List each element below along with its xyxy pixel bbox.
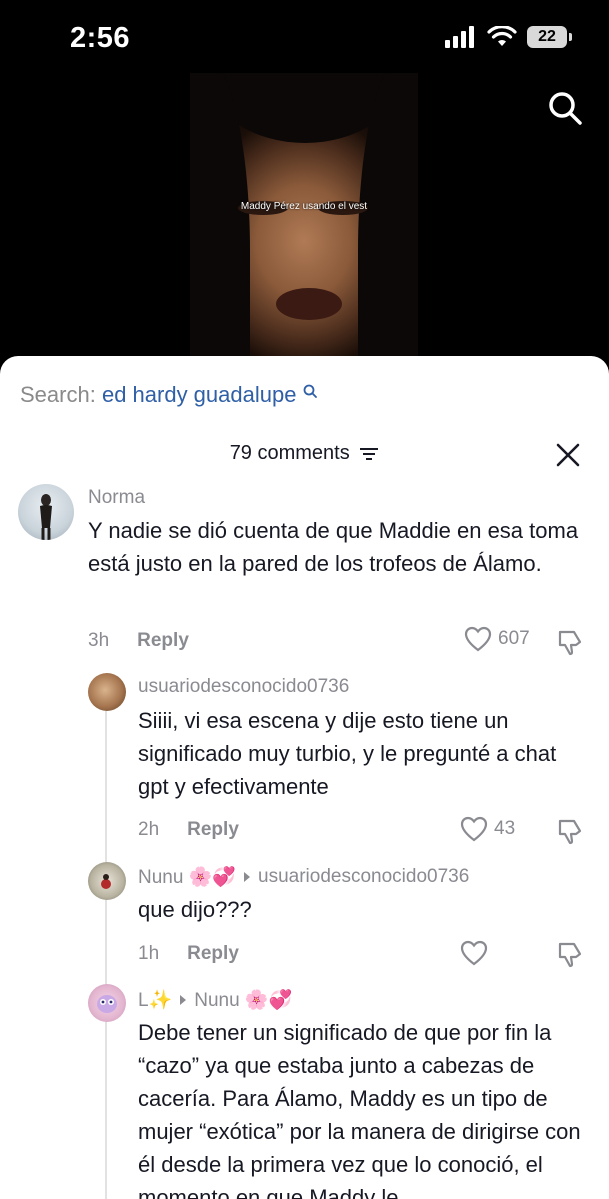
close-icon[interactable]: [553, 440, 583, 470]
reply-button[interactable]: Reply: [187, 943, 239, 965]
search-small-icon: [303, 384, 317, 398]
comment-meta: 2h Reply: [138, 819, 239, 841]
heart-icon: [460, 816, 488, 842]
comments-count: 79 comments: [229, 442, 350, 464]
comment-username[interactable]: L✨ Nunu 🌸💞: [138, 988, 292, 1012]
like-count: 607: [498, 628, 530, 649]
search-suggestion[interactable]: Search: ed hardy guadalupe: [20, 382, 317, 408]
comment-username-text[interactable]: Nunu 🌸💞: [138, 865, 236, 889]
comment-text: Siiii, vi esa escena y dije esto tiene u…: [138, 708, 557, 799]
dislike-icon[interactable]: [556, 817, 584, 845]
battery-level: 22: [538, 28, 556, 45]
comment-meta: 1h Reply: [138, 943, 239, 965]
video-player[interactable]: Maddy Pérez usando el vest: [190, 73, 418, 363]
heart-icon: [464, 626, 492, 652]
reply-to-username[interactable]: Nunu 🌸💞: [194, 988, 292, 1012]
comment-text: Y nadie se dió cuenta de que Maddie en e…: [88, 518, 579, 576]
reply-to-username[interactable]: usuariodesconocido0736: [258, 866, 469, 888]
comment-meta: 3h Reply: [88, 630, 189, 652]
comment-time: 1h: [138, 943, 160, 964]
search-query[interactable]: ed hardy guadalupe: [102, 382, 297, 407]
avatar-figure: [97, 995, 117, 1013]
heart-icon: [460, 940, 488, 966]
comment-time: 2h: [138, 819, 160, 840]
comments-header: 79 comments: [0, 442, 609, 465]
comment-text: que dijo???: [138, 897, 252, 922]
sort-icon[interactable]: [359, 446, 379, 462]
like-button[interactable]: [460, 940, 494, 966]
comment-username[interactable]: Nunu 🌸💞 usuariodesconocido0736: [138, 865, 469, 889]
status-icons: 22: [445, 26, 572, 48]
comment-time: 3h: [88, 630, 110, 651]
comment-text: Debe tener un significado de que por fin…: [138, 1020, 581, 1199]
reply-arrow-icon: [180, 995, 187, 1005]
search-label: Search:: [20, 382, 96, 407]
avatar[interactable]: [88, 984, 126, 1022]
like-button[interactable]: 43: [460, 816, 515, 842]
reply-arrow-icon: [244, 872, 251, 882]
avatar[interactable]: [88, 673, 126, 711]
comments-sheet: Search: ed hardy guadalupe 79 comments N…: [0, 356, 609, 1199]
video-subtitle: Maddy Pérez usando el vest: [240, 201, 368, 212]
dislike-icon[interactable]: [556, 628, 584, 656]
reply-button[interactable]: Reply: [137, 630, 189, 652]
avatar[interactable]: [18, 484, 74, 540]
avatar[interactable]: [88, 862, 126, 900]
search-icon[interactable]: [547, 90, 583, 126]
comment-username[interactable]: Norma: [88, 487, 145, 509]
reply-button[interactable]: Reply: [187, 819, 239, 841]
signal-icon: [445, 26, 474, 48]
thread-line: [105, 704, 107, 1199]
like-button[interactable]: 607: [464, 626, 530, 652]
wifi-icon: [487, 26, 517, 46]
video-lips: [276, 288, 342, 320]
avatar-figure: [40, 494, 52, 540]
like-count: 43: [494, 818, 516, 839]
comment-username[interactable]: usuariodesconocido0736: [138, 676, 349, 698]
avatar-figure: [101, 874, 111, 889]
comment-username-text[interactable]: L✨: [138, 988, 172, 1012]
battery-icon: 22: [527, 26, 572, 48]
dislike-icon[interactable]: [556, 940, 584, 968]
status-time: 2:56: [70, 22, 131, 54]
status-bar: 2:56 22: [0, 0, 609, 80]
